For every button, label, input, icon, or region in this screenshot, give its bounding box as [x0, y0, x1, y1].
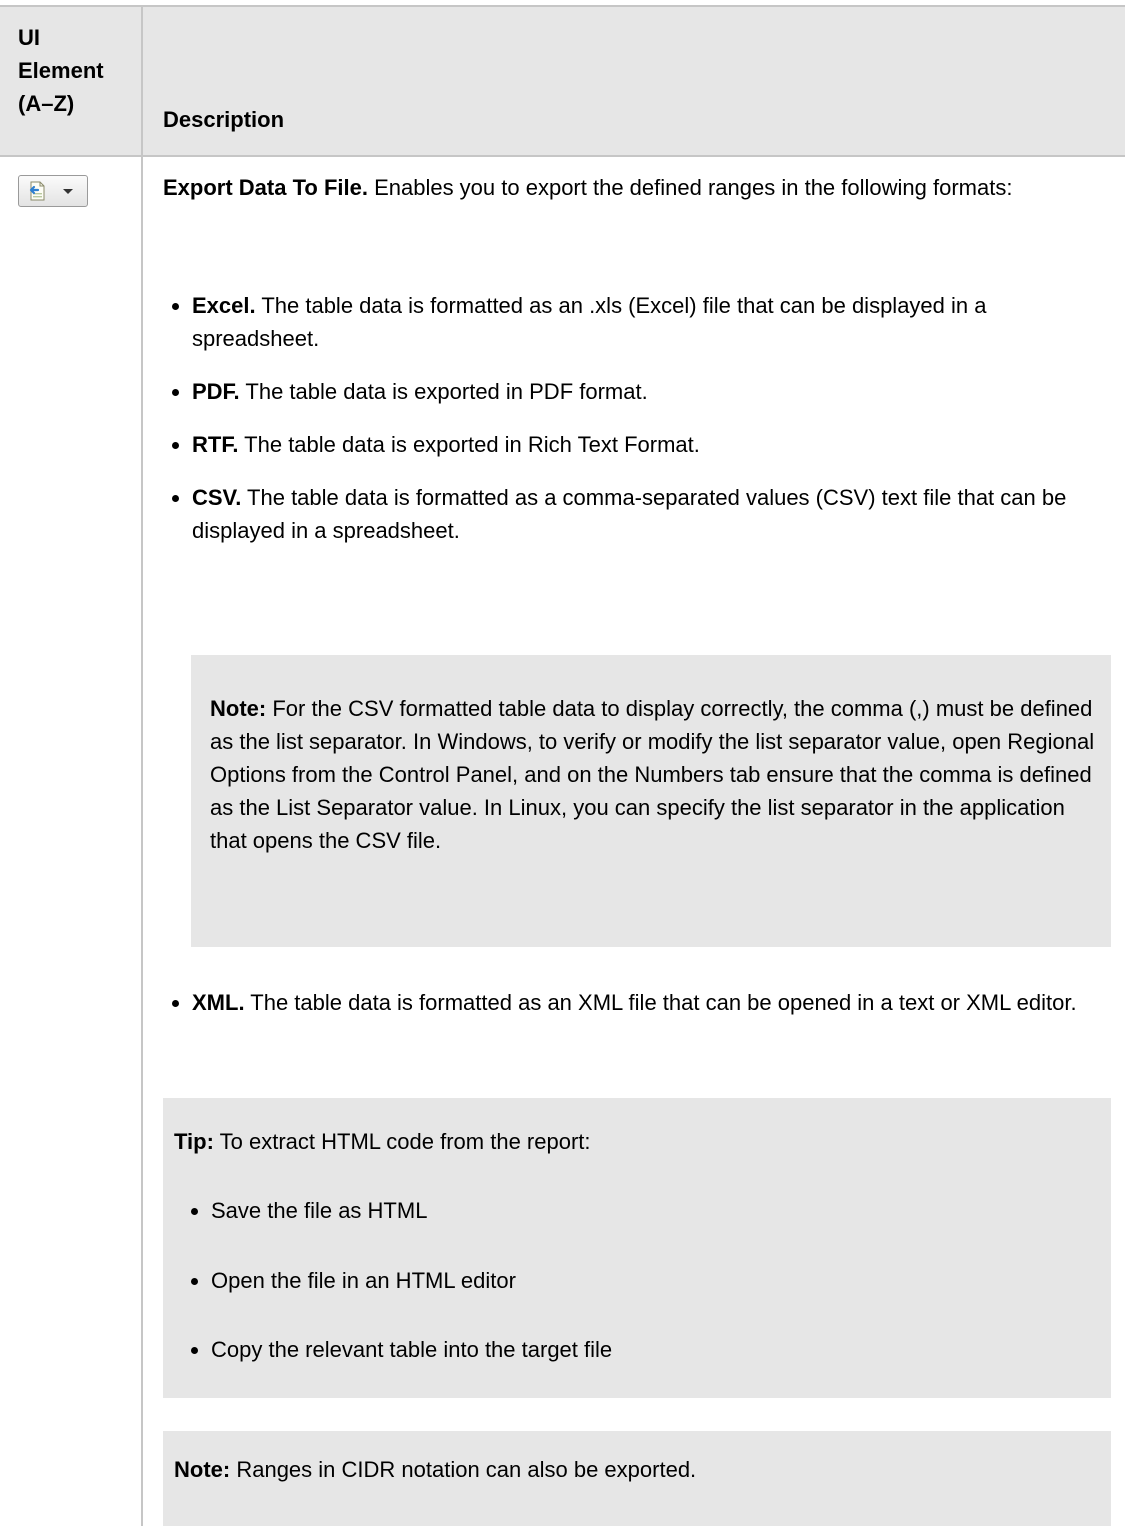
tip-body: To extract HTML code from the report: — [213, 1129, 591, 1154]
table-header-row: UI Element (A–Z) Description — [0, 5, 1125, 157]
bullet-icon — [172, 495, 179, 502]
export-intro-text: Enables you to export the defined ranges… — [367, 175, 1013, 200]
csv-note-text: Note: For the CSV formatted table data t… — [210, 692, 1100, 857]
note-body: Ranges in CIDR notation can also be expo… — [230, 1457, 697, 1482]
cidr-note-box: Note: Ranges in CIDR notation can also b… — [163, 1431, 1111, 1526]
csv-note-box: Note: For the CSV formatted table data t… — [191, 655, 1111, 947]
tip-step: Open the file in an HTML editor — [211, 1268, 516, 1293]
format-name: PDF. — [192, 379, 240, 404]
tip-box: Tip: To extract HTML code from the repor… — [163, 1098, 1111, 1398]
ui-element-table: UI Element (A–Z) Description Export Data… — [0, 5, 1125, 1526]
export-title: Export Data To File. — [163, 175, 368, 200]
header-description-label: Description — [163, 107, 285, 132]
format-text: The table data is formatted as an .xls (… — [192, 293, 987, 351]
bullet-icon — [172, 389, 179, 396]
bullet-icon — [172, 303, 179, 310]
export-document-icon — [29, 181, 45, 201]
format-name: CSV. — [192, 485, 242, 510]
format-name: RTF. — [192, 432, 239, 457]
tip-step: Save the file as HTML — [211, 1198, 428, 1223]
bullet-icon — [172, 442, 179, 449]
header-ui-element-cell: UI Element (A–Z) — [0, 7, 143, 157]
format-text: The table data is exported in Rich Text … — [238, 432, 700, 457]
header-ui-element-label: UI Element (A–Z) — [18, 25, 104, 116]
format-name: Excel. — [192, 293, 256, 318]
bullet-icon — [191, 1208, 198, 1215]
tip-label: Tip: — [174, 1129, 214, 1154]
note-body: For the CSV formatted table data to disp… — [210, 696, 1095, 853]
format-text: The table data is formatted as an XML fi… — [244, 990, 1077, 1015]
chevron-down-icon — [63, 189, 73, 194]
bullet-icon — [191, 1278, 198, 1285]
tip-step: Copy the relevant table into the target … — [211, 1337, 613, 1362]
bullet-icon — [172, 1000, 179, 1007]
column-divider — [141, 157, 143, 1526]
cidr-note-text: Note: Ranges in CIDR notation can also b… — [174, 1453, 1094, 1486]
note-label: Note: — [210, 696, 267, 721]
format-text: The table data is formatted as a comma-s… — [192, 485, 1067, 543]
export-intro: Export Data To File. Enables you to expo… — [163, 171, 1103, 204]
format-text: The table data is exported in PDF format… — [239, 379, 648, 404]
note-label: Note: — [174, 1457, 231, 1482]
export-data-to-file-icon[interactable] — [18, 175, 88, 207]
tip-text: Tip: To extract HTML code from the repor… — [174, 1125, 1094, 1158]
bullet-icon — [191, 1347, 198, 1354]
format-name: XML. — [192, 990, 245, 1015]
